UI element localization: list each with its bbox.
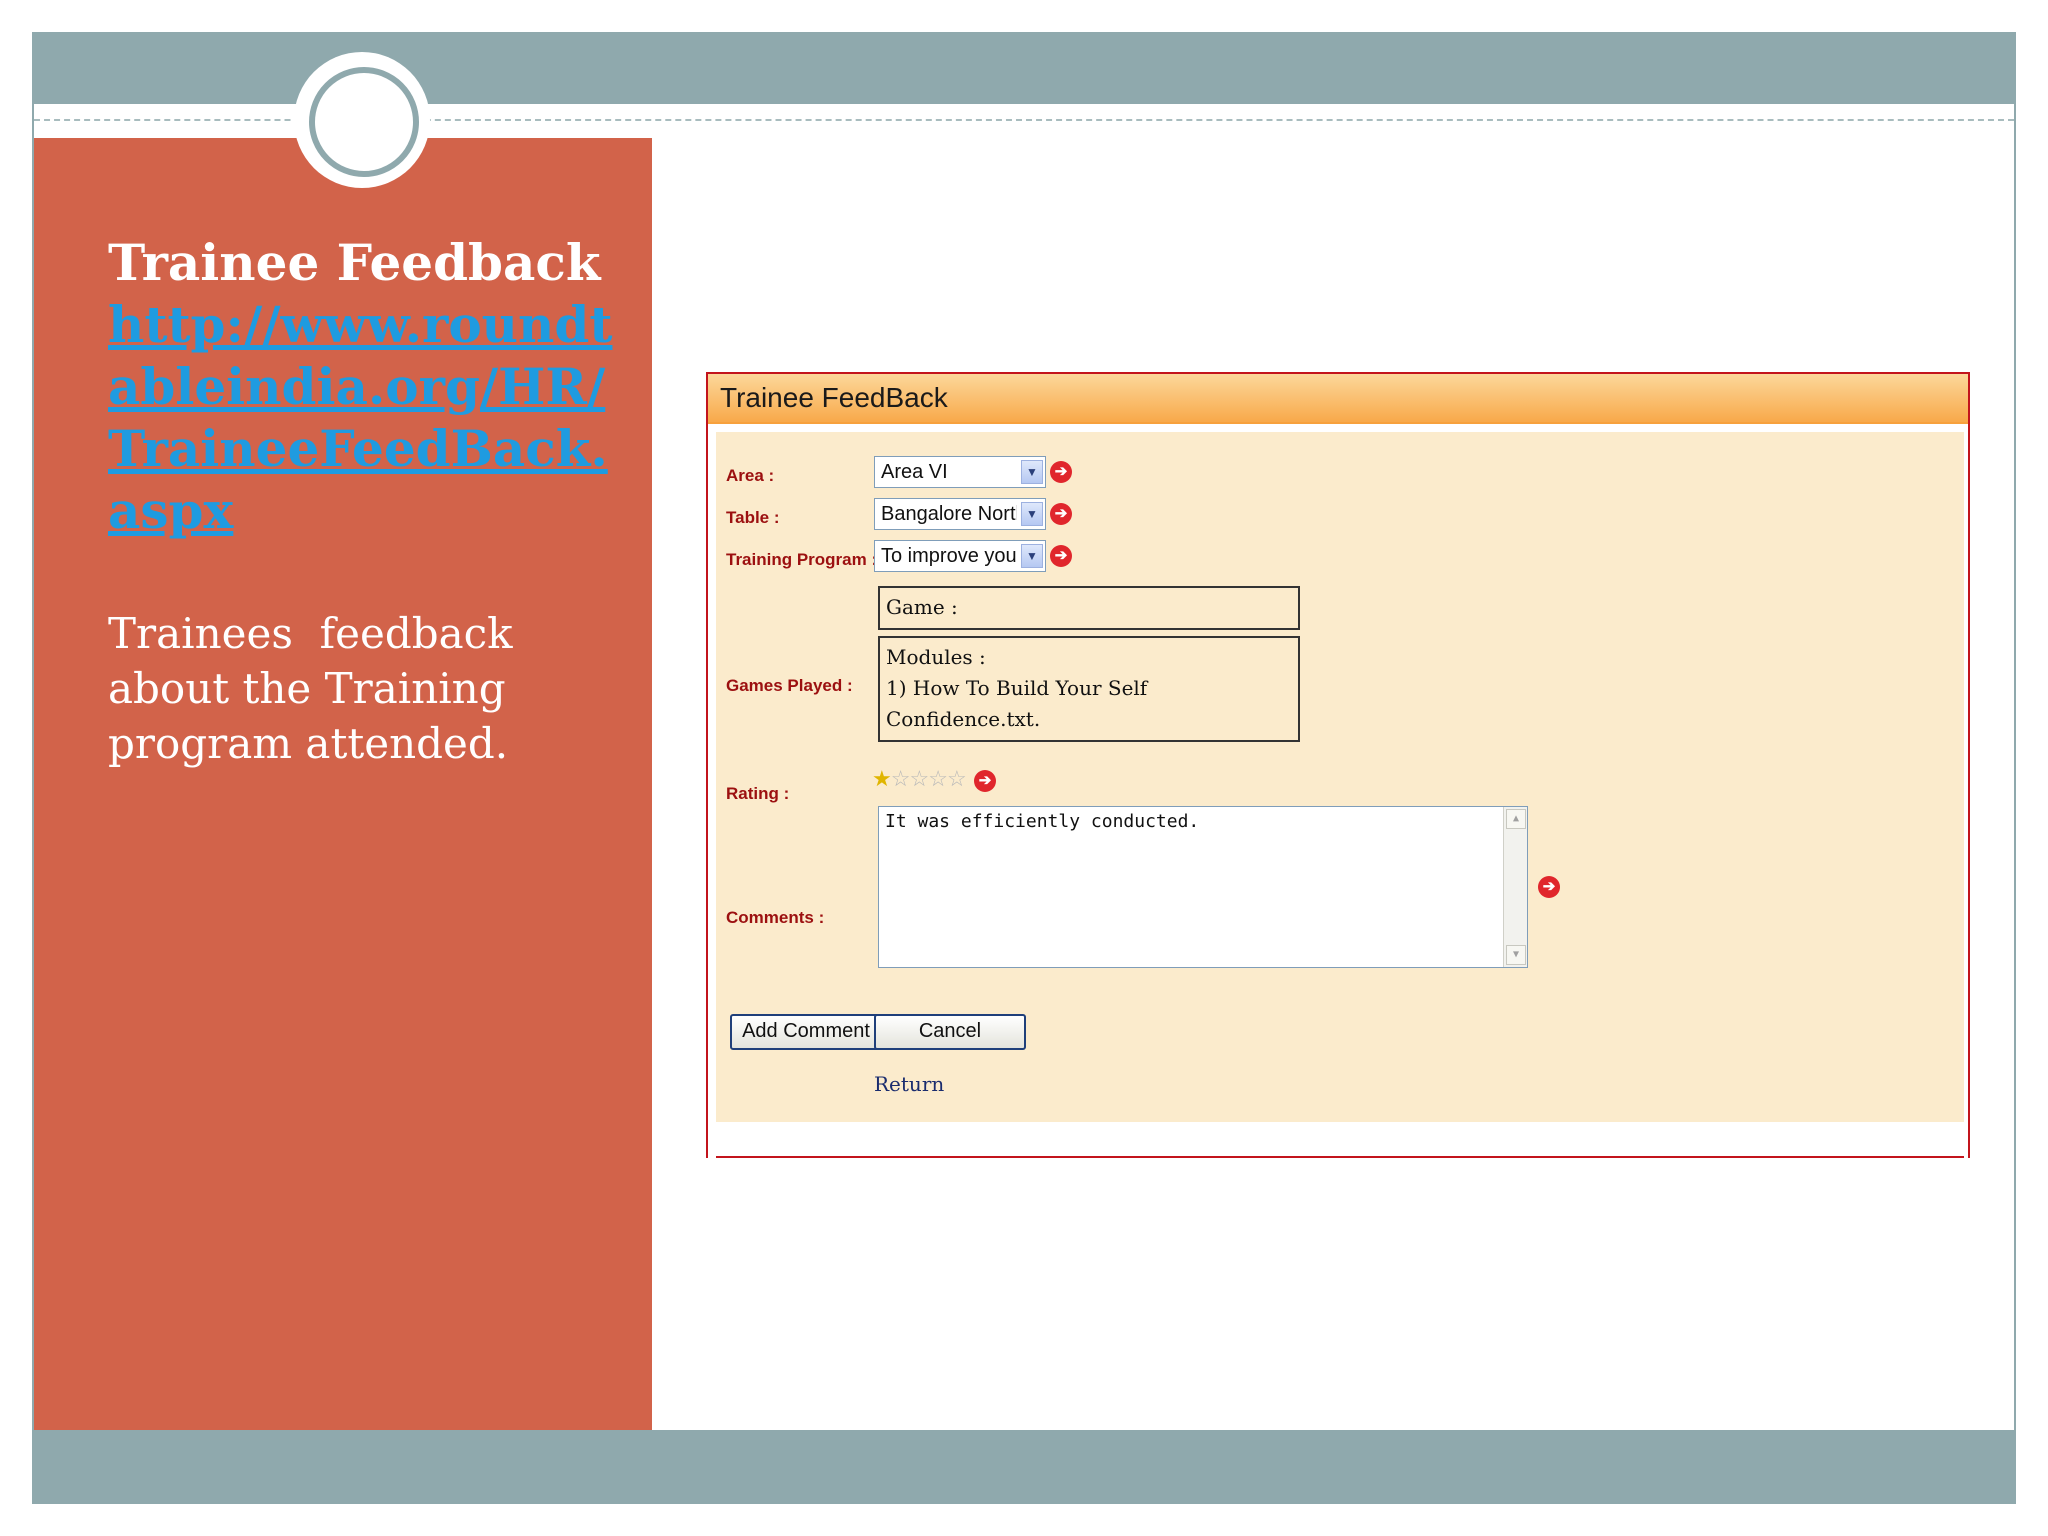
form-body: Area : Area VI ▼ ➔ Table : Bangalore Nor… bbox=[716, 432, 1964, 1122]
form-bottom-divider bbox=[716, 1156, 1964, 1158]
required-indicator-icon: ➔ bbox=[974, 770, 996, 792]
training-program-select-value: To improve your per: bbox=[881, 545, 1017, 567]
star-icon[interactable]: ☆ bbox=[891, 766, 911, 791]
area-label: Area : bbox=[726, 466, 775, 485]
game-box: Game : bbox=[878, 586, 1300, 630]
form-title: Trainee FeedBack bbox=[720, 382, 948, 413]
scroll-down-icon[interactable]: ▼ bbox=[1506, 945, 1526, 965]
comments-text: It was efficiently conducted. bbox=[885, 811, 1200, 832]
slide-title: Trainee Feedback bbox=[108, 233, 601, 292]
table-label: Table : bbox=[726, 508, 780, 527]
feedback-page-link[interactable]: http://www.roundtableindia.org/HR/Traine… bbox=[108, 294, 628, 542]
add-comment-button[interactable]: Add Comment bbox=[730, 1014, 882, 1050]
scroll-up-icon[interactable]: ▲ bbox=[1506, 809, 1526, 829]
bottom-band bbox=[34, 1430, 2014, 1502]
chevron-down-icon: ▼ bbox=[1021, 544, 1043, 568]
table-select[interactable]: Bangalore North 25 ▼ bbox=[874, 498, 1046, 530]
required-indicator-icon: ➔ bbox=[1050, 461, 1072, 483]
comments-scrollbar[interactable]: ▲ ▼ bbox=[1503, 807, 1527, 967]
star-icon[interactable]: ☆ bbox=[909, 766, 929, 791]
area-select[interactable]: Area VI ▼ bbox=[874, 456, 1046, 488]
comments-label: Comments : bbox=[726, 908, 825, 927]
cancel-button[interactable]: Cancel bbox=[874, 1014, 1026, 1050]
training-program-select[interactable]: To improve your per: ▼ bbox=[874, 540, 1046, 572]
required-indicator-icon: ➔ bbox=[1050, 503, 1072, 525]
star-icon[interactable]: ☆ bbox=[947, 766, 967, 791]
slide-title-block: Trainee Feedback http://www.roundtablein… bbox=[108, 232, 628, 542]
circle-ornament-ring bbox=[309, 67, 419, 177]
slide-description: Trainees feedback about the Training pro… bbox=[108, 609, 526, 768]
return-link[interactable]: Return bbox=[874, 1072, 944, 1096]
star-icon[interactable]: ☆ bbox=[928, 766, 948, 791]
required-indicator-icon: ➔ bbox=[1538, 876, 1560, 898]
chevron-down-icon: ▼ bbox=[1021, 502, 1043, 526]
star-icon[interactable]: ★ bbox=[872, 766, 892, 791]
table-select-value: Bangalore North 25 bbox=[881, 503, 1017, 525]
required-indicator-icon: ➔ bbox=[1050, 545, 1072, 567]
feedback-form-window: Trainee FeedBack Area : Area VI ▼ ➔ Tabl… bbox=[706, 372, 1970, 1158]
area-select-value: Area VI bbox=[881, 461, 948, 483]
chevron-down-icon: ▼ bbox=[1021, 460, 1043, 484]
comments-textarea[interactable]: It was efficiently conducted. ▲ ▼ bbox=[878, 806, 1528, 968]
games-played-label: Games Played : bbox=[726, 676, 853, 695]
training-program-label: Training Program : bbox=[726, 550, 878, 569]
slide: Trainee Feedback http://www.roundtablein… bbox=[32, 32, 2016, 1504]
rating-stars[interactable]: ★☆☆☆☆ bbox=[872, 766, 967, 792]
form-header: Trainee FeedBack bbox=[708, 374, 1968, 424]
modules-box: Modules : 1) How To Build Your Self Conf… bbox=[878, 636, 1300, 742]
rating-label: Rating : bbox=[726, 784, 790, 803]
